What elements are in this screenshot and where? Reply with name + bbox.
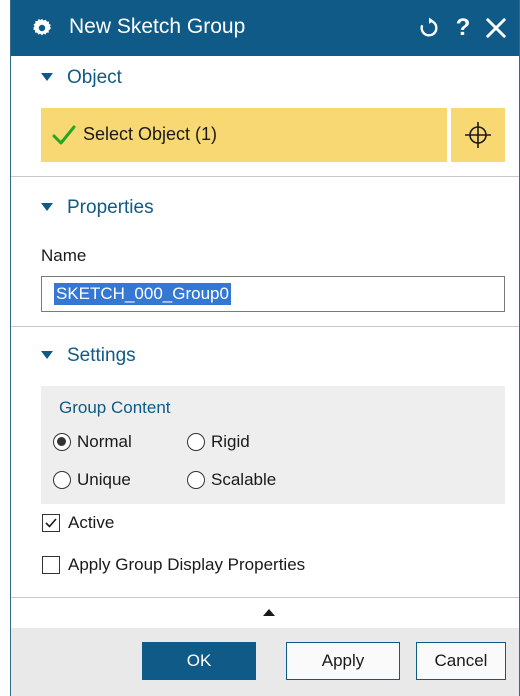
radio-selected-indicator — [53, 433, 71, 451]
name-input-value: SKETCH_000_Group0 — [54, 283, 231, 305]
close-button[interactable] — [482, 12, 510, 44]
group-content-title: Group Content — [59, 398, 171, 417]
apply-display-properties-checkbox[interactable]: Apply Group Display Properties — [42, 555, 305, 575]
title-bar[interactable]: New Sketch Group ? — [11, 0, 519, 56]
object-section-title: Object — [67, 67, 122, 88]
radio-indicator — [187, 471, 205, 489]
group-content-box: Group Content Normal Rigid Unique Scalab… — [41, 386, 505, 504]
cancel-button[interactable]: Cancel — [416, 642, 506, 680]
radio-indicator — [53, 471, 71, 489]
checkmark-icon — [45, 518, 57, 528]
section-divider — [11, 326, 519, 327]
apply-button[interactable]: Apply — [286, 642, 400, 680]
name-label: Name — [41, 246, 87, 265]
select-object-row[interactable]: Select Object (1) — [41, 108, 447, 162]
crosshair-icon — [465, 122, 491, 148]
active-label: Active — [68, 513, 115, 532]
collapse-caret-icon — [41, 351, 53, 359]
object-section-header[interactable]: Object — [11, 58, 519, 98]
ok-button[interactable]: OK — [142, 642, 256, 680]
checkbox-indicator — [42, 556, 60, 574]
radio-scalable-label: Scalable — [211, 470, 277, 489]
help-button[interactable]: ? — [452, 12, 474, 44]
active-checkbox[interactable]: Active — [42, 513, 114, 533]
new-sketch-group-dialog: New Sketch Group ? Object Select Object … — [10, 0, 520, 696]
gear-icon — [32, 18, 52, 36]
footer-divider — [11, 597, 519, 598]
settings-section-title: Settings — [67, 345, 136, 366]
collapse-caret-icon — [41, 203, 53, 211]
radio-normal-label: Normal — [77, 432, 132, 451]
apply-display-properties-label: Apply Group Display Properties — [68, 555, 306, 574]
green-check-icon — [52, 125, 76, 145]
radio-rigid-label: Rigid — [211, 432, 250, 451]
reset-icon — [420, 17, 438, 37]
settings-section-header[interactable]: Settings — [11, 336, 519, 376]
dialog-title: New Sketch Group — [69, 15, 246, 38]
properties-section-header[interactable]: Properties — [11, 188, 519, 228]
radio-indicator — [187, 433, 205, 451]
collapse-up-arrow-icon[interactable] — [263, 609, 275, 616]
radio-normal[interactable]: Normal — [53, 432, 132, 452]
properties-section-title: Properties — [67, 197, 154, 218]
radio-unique[interactable]: Unique — [53, 470, 131, 490]
close-icon — [486, 18, 506, 38]
radio-scalable[interactable]: Scalable — [187, 470, 276, 490]
reset-button[interactable] — [416, 12, 442, 44]
collapse-caret-icon — [41, 73, 53, 81]
section-divider — [11, 176, 519, 177]
name-input[interactable]: SKETCH_000_Group0 — [41, 276, 505, 312]
radio-unique-label: Unique — [77, 470, 131, 489]
select-object-label: Select Object (1) — [83, 124, 218, 144]
radio-rigid[interactable]: Rigid — [187, 432, 250, 452]
crosshair-select-button[interactable] — [451, 108, 505, 162]
checkbox-checked-indicator — [42, 514, 60, 532]
